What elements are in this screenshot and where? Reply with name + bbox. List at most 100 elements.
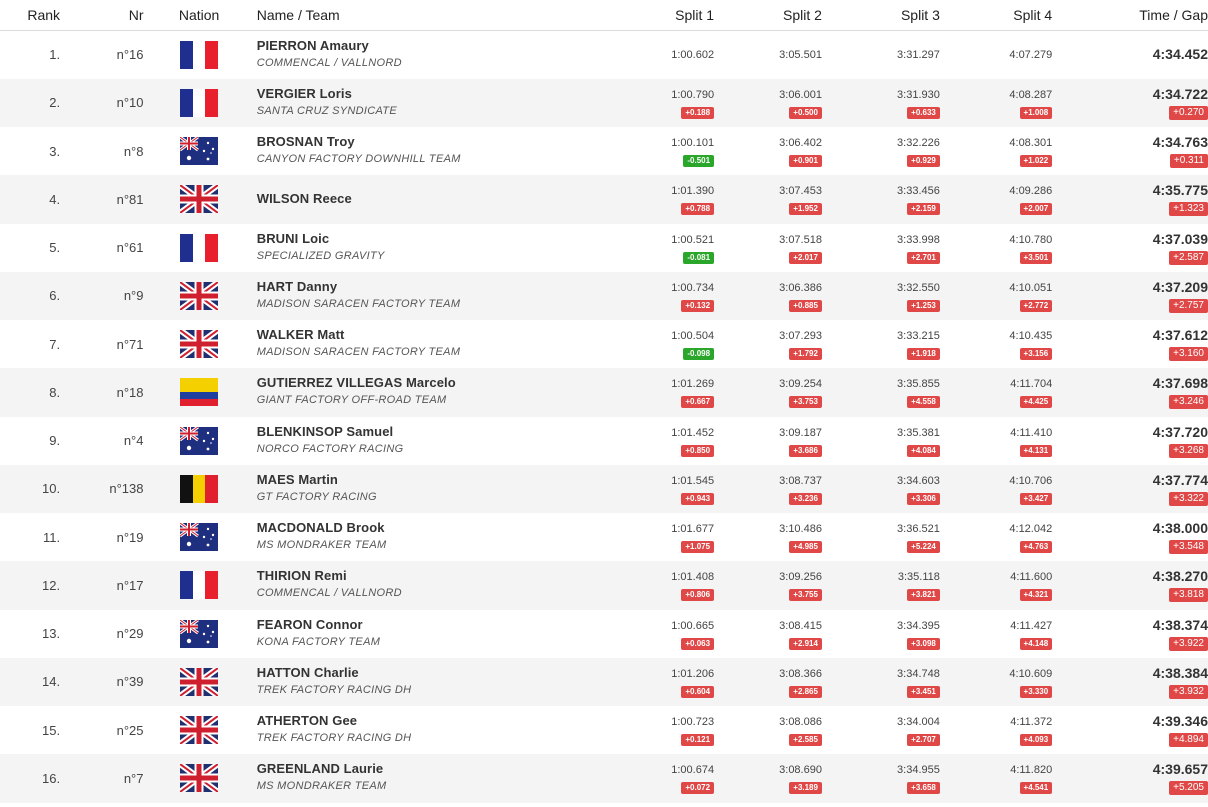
split-gap-badge: +3.451 xyxy=(907,685,940,698)
rank-header[interactable]: Rank xyxy=(0,0,61,31)
team-name: TREK FACTORY RACING DH xyxy=(256,683,412,696)
table-row[interactable]: 1. n°16 PIERRON Amaury COMMENCAL / VALLNORD… xyxy=(0,30,1208,79)
nr-header[interactable]: Nr xyxy=(60,0,144,31)
split-time: 4:10.609 xyxy=(1009,667,1053,680)
rank-cell: 4. xyxy=(0,175,61,224)
rider-name[interactable]: ATHERTON Gee xyxy=(257,713,553,729)
split3-cell: 3:32.226 +0.929 xyxy=(821,127,940,176)
table-row[interactable]: 13. n°29 FEARON Connor KONA FACTORY TEAM 1:0… xyxy=(0,609,1208,658)
split-gap-badge: +3.821 xyxy=(907,589,940,602)
split-gap-badge: +2.701 xyxy=(907,251,940,264)
table-row[interactable]: 11. n°19 MACDONALD Brook MS MONDRAKER TEAM 1… xyxy=(0,513,1208,562)
table-row[interactable]: 2. n°10 VERGIER Loris SANTA CRUZ SYNDICATE 1… xyxy=(0,78,1208,127)
rider-name[interactable]: HATTON Charlie xyxy=(257,665,553,681)
uk-flag-icon xyxy=(180,330,219,359)
total-time: 4:37.774 xyxy=(1152,471,1208,488)
table-row[interactable]: 9. n°4 BLENKINSOP Samuel NORCO FACTORY RACI… xyxy=(0,416,1208,465)
split3-header[interactable]: Split 3 xyxy=(821,0,940,31)
split-time: 1:01.677 xyxy=(671,523,715,536)
rider-name[interactable]: MACDONALD Brook xyxy=(257,520,553,536)
nation-header[interactable]: Nation xyxy=(143,0,255,31)
rider-name[interactable]: MAES Martin xyxy=(257,472,553,488)
time-gap-header[interactable]: Time / Gap xyxy=(1052,0,1208,31)
table-row[interactable]: 16. n°7 GREENLAND Laurie MS MONDRAKER TEAM 1… xyxy=(0,754,1208,803)
split-gap-badge: +3.427 xyxy=(1019,492,1053,505)
rider-name[interactable]: FEARON Connor xyxy=(257,617,553,633)
split1-header[interactable]: Split 1 xyxy=(552,0,715,31)
table-row[interactable]: 3. n°8 BROSNAN Troy CANYON FACTORY DOWNHILL… xyxy=(0,127,1208,176)
rider-name[interactable]: BLENKINSOP Samuel xyxy=(257,424,553,440)
nation-cell xyxy=(143,464,255,513)
table-row[interactable]: 6. n°9 HART Danny MADISON SARACEN FACTORY T… xyxy=(0,271,1208,320)
split-gap-badge: +0.121 xyxy=(681,734,715,747)
results-table: Rank Nr Nation Name / Team Split 1 Split… xyxy=(0,0,1208,803)
split-time: 3:36.521 xyxy=(897,523,940,536)
split-gap-badge: +3.755 xyxy=(789,589,822,602)
rider-name[interactable]: WALKER Matt xyxy=(257,327,553,343)
team-name: MS MONDRAKER TEAM xyxy=(256,780,387,793)
total-time: 4:37.612 xyxy=(1152,327,1208,344)
total-time: 4:38.000 xyxy=(1152,520,1208,537)
split-time: 3:31.297 xyxy=(897,48,940,61)
total-gap-badge: +3.818 xyxy=(1169,588,1208,603)
table-row[interactable]: 7. n°71 WALKER Matt MADISON SARACEN FACTORY… xyxy=(0,320,1208,369)
rider-name[interactable]: WILSON Reece xyxy=(257,191,553,207)
rank-cell: 13. xyxy=(0,609,61,658)
split-gap-badge: +3.236 xyxy=(789,492,822,505)
split-gap-badge: +0.788 xyxy=(681,203,715,216)
time-gap-cell: 4:39.657 +5.205 xyxy=(1052,754,1208,803)
table-row[interactable]: 10. n°138 MAES Martin GT FACTORY RACING 1:01… xyxy=(0,464,1208,513)
team-name: GT FACTORY RACING xyxy=(256,490,377,503)
split4-cell: 4:11.704 +4.425 xyxy=(939,368,1053,417)
bib-number-cell: n°29 xyxy=(60,609,144,658)
rider-name[interactable]: VERGIER Loris xyxy=(257,86,553,102)
table-row[interactable]: 4. n°81 WILSON Reece 1:01.390 +0.788 3:07.453… xyxy=(0,175,1208,224)
rider-name[interactable]: THIRION Remi xyxy=(257,568,553,584)
table-row[interactable]: 12. n°17 THIRION Remi COMMENCAL / VALLNORD 1… xyxy=(0,561,1208,610)
time-gap-cell: 4:34.722 +0.270 xyxy=(1052,78,1208,127)
rider-name[interactable]: HART Danny xyxy=(257,279,553,295)
rank-cell: 3. xyxy=(0,127,61,176)
name-team-cell: WALKER Matt MADISON SARACEN FACTORY TEAM xyxy=(254,320,553,369)
uk-flag-icon xyxy=(180,185,219,214)
australia-flag-icon xyxy=(180,523,219,552)
total-time: 4:38.270 xyxy=(1152,568,1208,585)
split4-header[interactable]: Split 4 xyxy=(939,0,1053,31)
split1-cell: 1:01.408 +0.806 xyxy=(552,561,715,610)
split1-cell: 1:01.390 +0.788 xyxy=(552,175,715,224)
split-gap-badge: +1.253 xyxy=(907,299,940,312)
team-name: COMMENCAL / VALLNORD xyxy=(256,587,402,600)
rider-name[interactable]: BROSNAN Troy xyxy=(257,134,553,150)
split2-cell: 3:10.486 +4.985 xyxy=(714,513,822,562)
split-time: 1:01.452 xyxy=(671,426,715,439)
table-row[interactable]: 15. n°25 ATHERTON Gee TREK FACTORY RACING D… xyxy=(0,706,1208,755)
split-gap-badge: +2.914 xyxy=(789,637,822,650)
rank-cell: 11. xyxy=(0,513,61,562)
split-gap-badge: +0.850 xyxy=(681,444,715,457)
split1-cell: 1:00.602 xyxy=(552,30,715,79)
table-row[interactable]: 5. n°61 BRUNI Loic SPECIALIZED GRAVITY 1:00.… xyxy=(0,223,1208,272)
split-time: 4:10.780 xyxy=(1009,233,1053,246)
rider-name[interactable]: BRUNI Loic xyxy=(257,231,553,247)
split-time: 3:07.293 xyxy=(779,330,822,343)
split-time: 1:00.665 xyxy=(671,619,715,632)
name-team-header[interactable]: Name / Team xyxy=(254,0,553,31)
table-row[interactable]: 8. n°18 GUTIERREZ VILLEGAS Marcelo GIANT FA… xyxy=(0,368,1208,417)
table-row[interactable]: 14. n°39 HATTON Charlie TREK FACTORY RACING… xyxy=(0,657,1208,706)
split-time: 4:11.410 xyxy=(1010,426,1053,439)
time-gap-cell: 4:35.775 +1.323 xyxy=(1052,175,1208,224)
split-time: 3:34.603 xyxy=(897,474,940,487)
header-row: Rank Nr Nation Name / Team Split 1 Split… xyxy=(0,0,1208,31)
split-time: 3:09.187 xyxy=(779,426,822,439)
time-gap-cell: 4:38.374 +3.922 xyxy=(1052,609,1208,658)
split1-cell: 1:01.452 +0.850 xyxy=(552,416,715,465)
nation-cell xyxy=(143,561,255,610)
rider-name[interactable]: PIERRON Amaury xyxy=(257,38,553,54)
total-time: 4:35.775 xyxy=(1152,182,1208,199)
france-flag-icon xyxy=(180,40,219,69)
split3-cell: 3:31.930 +0.633 xyxy=(821,78,940,127)
rider-name[interactable]: GREENLAND Laurie xyxy=(257,761,553,777)
rider-name[interactable]: GUTIERREZ VILLEGAS Marcelo xyxy=(257,375,553,391)
split-gap-badge: +0.188 xyxy=(681,106,715,119)
split2-header[interactable]: Split 2 xyxy=(714,0,822,31)
